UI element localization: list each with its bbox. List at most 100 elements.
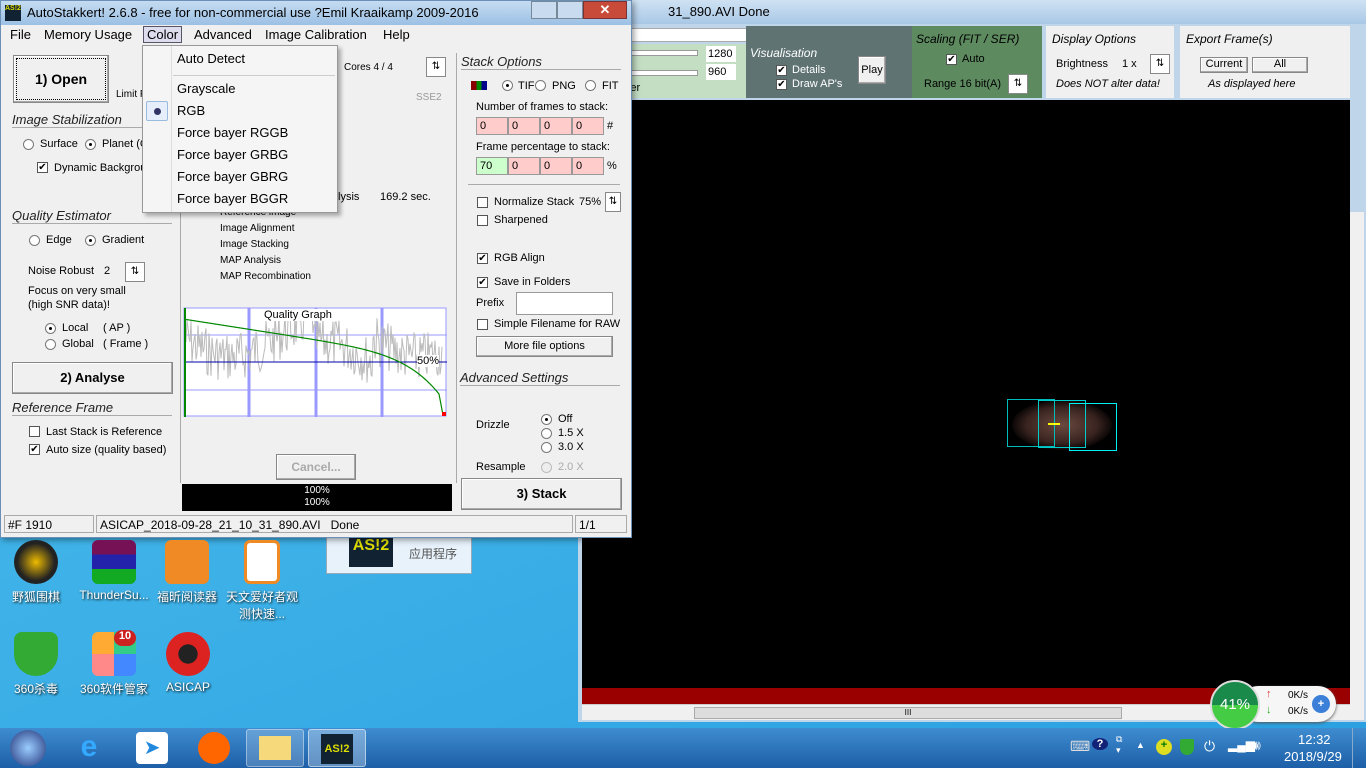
volume-icon[interactable]: 🔊︎	[1252, 737, 1261, 754]
desktop-icon-asicap[interactable]: ASICAP	[158, 632, 218, 694]
prefix-input[interactable]	[516, 292, 613, 315]
menu-image-calibration[interactable]: Image Calibration	[265, 27, 367, 42]
percentage-input[interactable]: 0	[508, 157, 540, 175]
menu-help[interactable]: Help	[383, 27, 410, 42]
drizzle-off-radio[interactable]	[541, 414, 552, 425]
fit-radio[interactable]	[585, 80, 596, 91]
planet-label: Planet (C	[102, 138, 148, 150]
desktop-icon-foxit[interactable]: 福昕阅读器	[152, 540, 222, 605]
desktop-icon-360-antivirus[interactable]: 360杀毒	[8, 632, 64, 697]
normalize-value: 75%	[579, 196, 602, 208]
menu-color[interactable]: Color	[143, 26, 183, 43]
play-button[interactable]: Play	[858, 56, 886, 84]
cores-spinner[interactable]: ⇅	[426, 57, 446, 77]
show-hidden-icons[interactable]: ▲	[1136, 740, 1145, 750]
drizzle-30-radio[interactable]	[541, 442, 552, 453]
bird-app-icon[interactable]: ➤	[136, 732, 168, 764]
menu-item-rgb[interactable]: RGB	[177, 103, 205, 118]
desktop-icon-yehu[interactable]: 野狐围棋	[8, 540, 64, 605]
percentage-input[interactable]: 0	[572, 157, 604, 175]
maximize-button[interactable]	[557, 1, 583, 19]
percentage-input[interactable]: 0	[540, 157, 572, 175]
cpu-usage-ball[interactable]: 41%	[1210, 680, 1260, 730]
menu-memory-usage[interactable]: Memory Usage	[44, 27, 132, 42]
menu-advanced[interactable]: Advanced	[194, 27, 252, 42]
noise-spinner[interactable]: ⇅	[125, 262, 145, 282]
vertical-scrollbar[interactable]	[1350, 212, 1364, 720]
draw-aps-checkbox[interactable]: ✔	[776, 79, 787, 90]
minimize-button[interactable]	[531, 1, 557, 19]
edge-radio[interactable]	[29, 235, 40, 246]
menu-item-bayer-bggr[interactable]: Force bayer BGGR	[177, 191, 288, 206]
ap-box	[1069, 403, 1117, 451]
last-stack-checkbox[interactable]	[29, 426, 40, 437]
save-folders-checkbox[interactable]: ✔	[477, 277, 488, 288]
rgb-align-checkbox[interactable]: ✔	[477, 253, 488, 264]
auto-checkbox[interactable]: ✔	[946, 54, 957, 65]
desktop-icon-astronomy[interactable]: 天文爱好者观测快速...	[226, 540, 298, 622]
language-bar-icon[interactable]: ⧉ ▾	[1116, 734, 1122, 756]
more-file-options-button[interactable]: More file options	[476, 336, 613, 357]
360-tray-icon[interactable]: +	[1156, 739, 1172, 755]
details-label: Details	[792, 64, 826, 76]
menu-item-auto-detect[interactable]: Auto Detect	[177, 51, 245, 66]
close-button[interactable]: ✕	[583, 1, 627, 19]
drizzle-15-radio[interactable]	[541, 428, 552, 439]
surface-radio[interactable]	[23, 139, 34, 150]
menu-item-bayer-grbg[interactable]: Force bayer GRBG	[177, 147, 288, 162]
power-plug-icon[interactable]: ⏻	[1204, 738, 1215, 755]
brightness-spinner[interactable]: ⇅	[1150, 54, 1170, 74]
analyse-button[interactable]: 2) Analyse	[12, 362, 173, 394]
range-spinner[interactable]: ⇅	[1008, 74, 1028, 94]
auto-size-checkbox[interactable]: ✔	[29, 444, 40, 455]
network-signal-icon[interactable]: ▂▄▆	[1228, 738, 1255, 752]
export-all-button[interactable]: All	[1252, 57, 1308, 73]
sse-label: SSE2	[416, 92, 442, 103]
simple-filename-checkbox[interactable]	[477, 319, 488, 330]
explorer-taskbar-button[interactable]	[246, 729, 304, 767]
open-button[interactable]: 1) Open	[13, 55, 109, 103]
scroll-thumb[interactable]: III	[694, 707, 1122, 719]
show-desktop-button[interactable]	[1352, 728, 1366, 768]
global-radio[interactable]	[45, 339, 56, 350]
png-radio[interactable]	[535, 80, 546, 91]
local-radio[interactable]	[45, 323, 56, 334]
percentage-input[interactable]: 70	[476, 157, 508, 175]
normalize-checkbox[interactable]	[477, 197, 488, 208]
sharpened-checkbox[interactable]	[477, 215, 488, 226]
keyboard-icon[interactable]: ⌨	[1070, 738, 1090, 755]
normalize-spinner[interactable]: ⇅	[605, 192, 621, 212]
app-icon: AS!2	[5, 5, 21, 21]
frames-input[interactable]: 0	[572, 117, 604, 135]
resample-20-radio[interactable]	[541, 462, 552, 473]
clock-date[interactable]: 2018/9/29	[1284, 749, 1342, 764]
clock-time[interactable]: 12:32	[1298, 732, 1331, 747]
tif-radio[interactable]	[502, 80, 513, 91]
start-button[interactable]	[10, 730, 46, 766]
plus-icon[interactable]: +	[1312, 695, 1330, 713]
stack-button[interactable]: 3) Stack	[461, 478, 622, 510]
frames-input[interactable]: 0	[540, 117, 572, 135]
shield-icon[interactable]	[1180, 739, 1194, 755]
menu-file[interactable]: File	[10, 27, 31, 42]
ie-icon[interactable]: e	[72, 732, 106, 764]
menu-item-bayer-rggb[interactable]: Force bayer RGGB	[177, 125, 288, 140]
frames-input[interactable]: 0	[508, 117, 540, 135]
analysis-time: 169.2 sec.	[380, 191, 431, 203]
autostakkert-taskbar-button[interactable]: AS!2	[308, 729, 366, 767]
menu-item-grayscale[interactable]: Grayscale	[177, 81, 236, 96]
browser-icon[interactable]	[198, 732, 230, 764]
gradient-radio[interactable]	[85, 235, 96, 246]
desktop-icon-thundersu[interactable]: ThunderSu...	[74, 540, 154, 602]
export-current-button[interactable]: Current	[1200, 57, 1248, 73]
taskbar-preview[interactable]: AS!2 应用程序	[326, 532, 472, 574]
help-icon[interactable]: ?	[1092, 738, 1108, 750]
frames-input[interactable]: 0	[476, 117, 508, 135]
planet-radio[interactable]	[85, 139, 96, 150]
dynamic-background-checkbox[interactable]: ✔	[37, 162, 48, 173]
menu-item-bayer-gbrg[interactable]: Force bayer GBRG	[177, 169, 288, 184]
cancel-button[interactable]: Cancel...	[276, 454, 356, 480]
status-state: Done	[330, 518, 360, 532]
image-view[interactable]	[582, 100, 1350, 688]
details-checkbox[interactable]: ✔	[776, 65, 787, 76]
